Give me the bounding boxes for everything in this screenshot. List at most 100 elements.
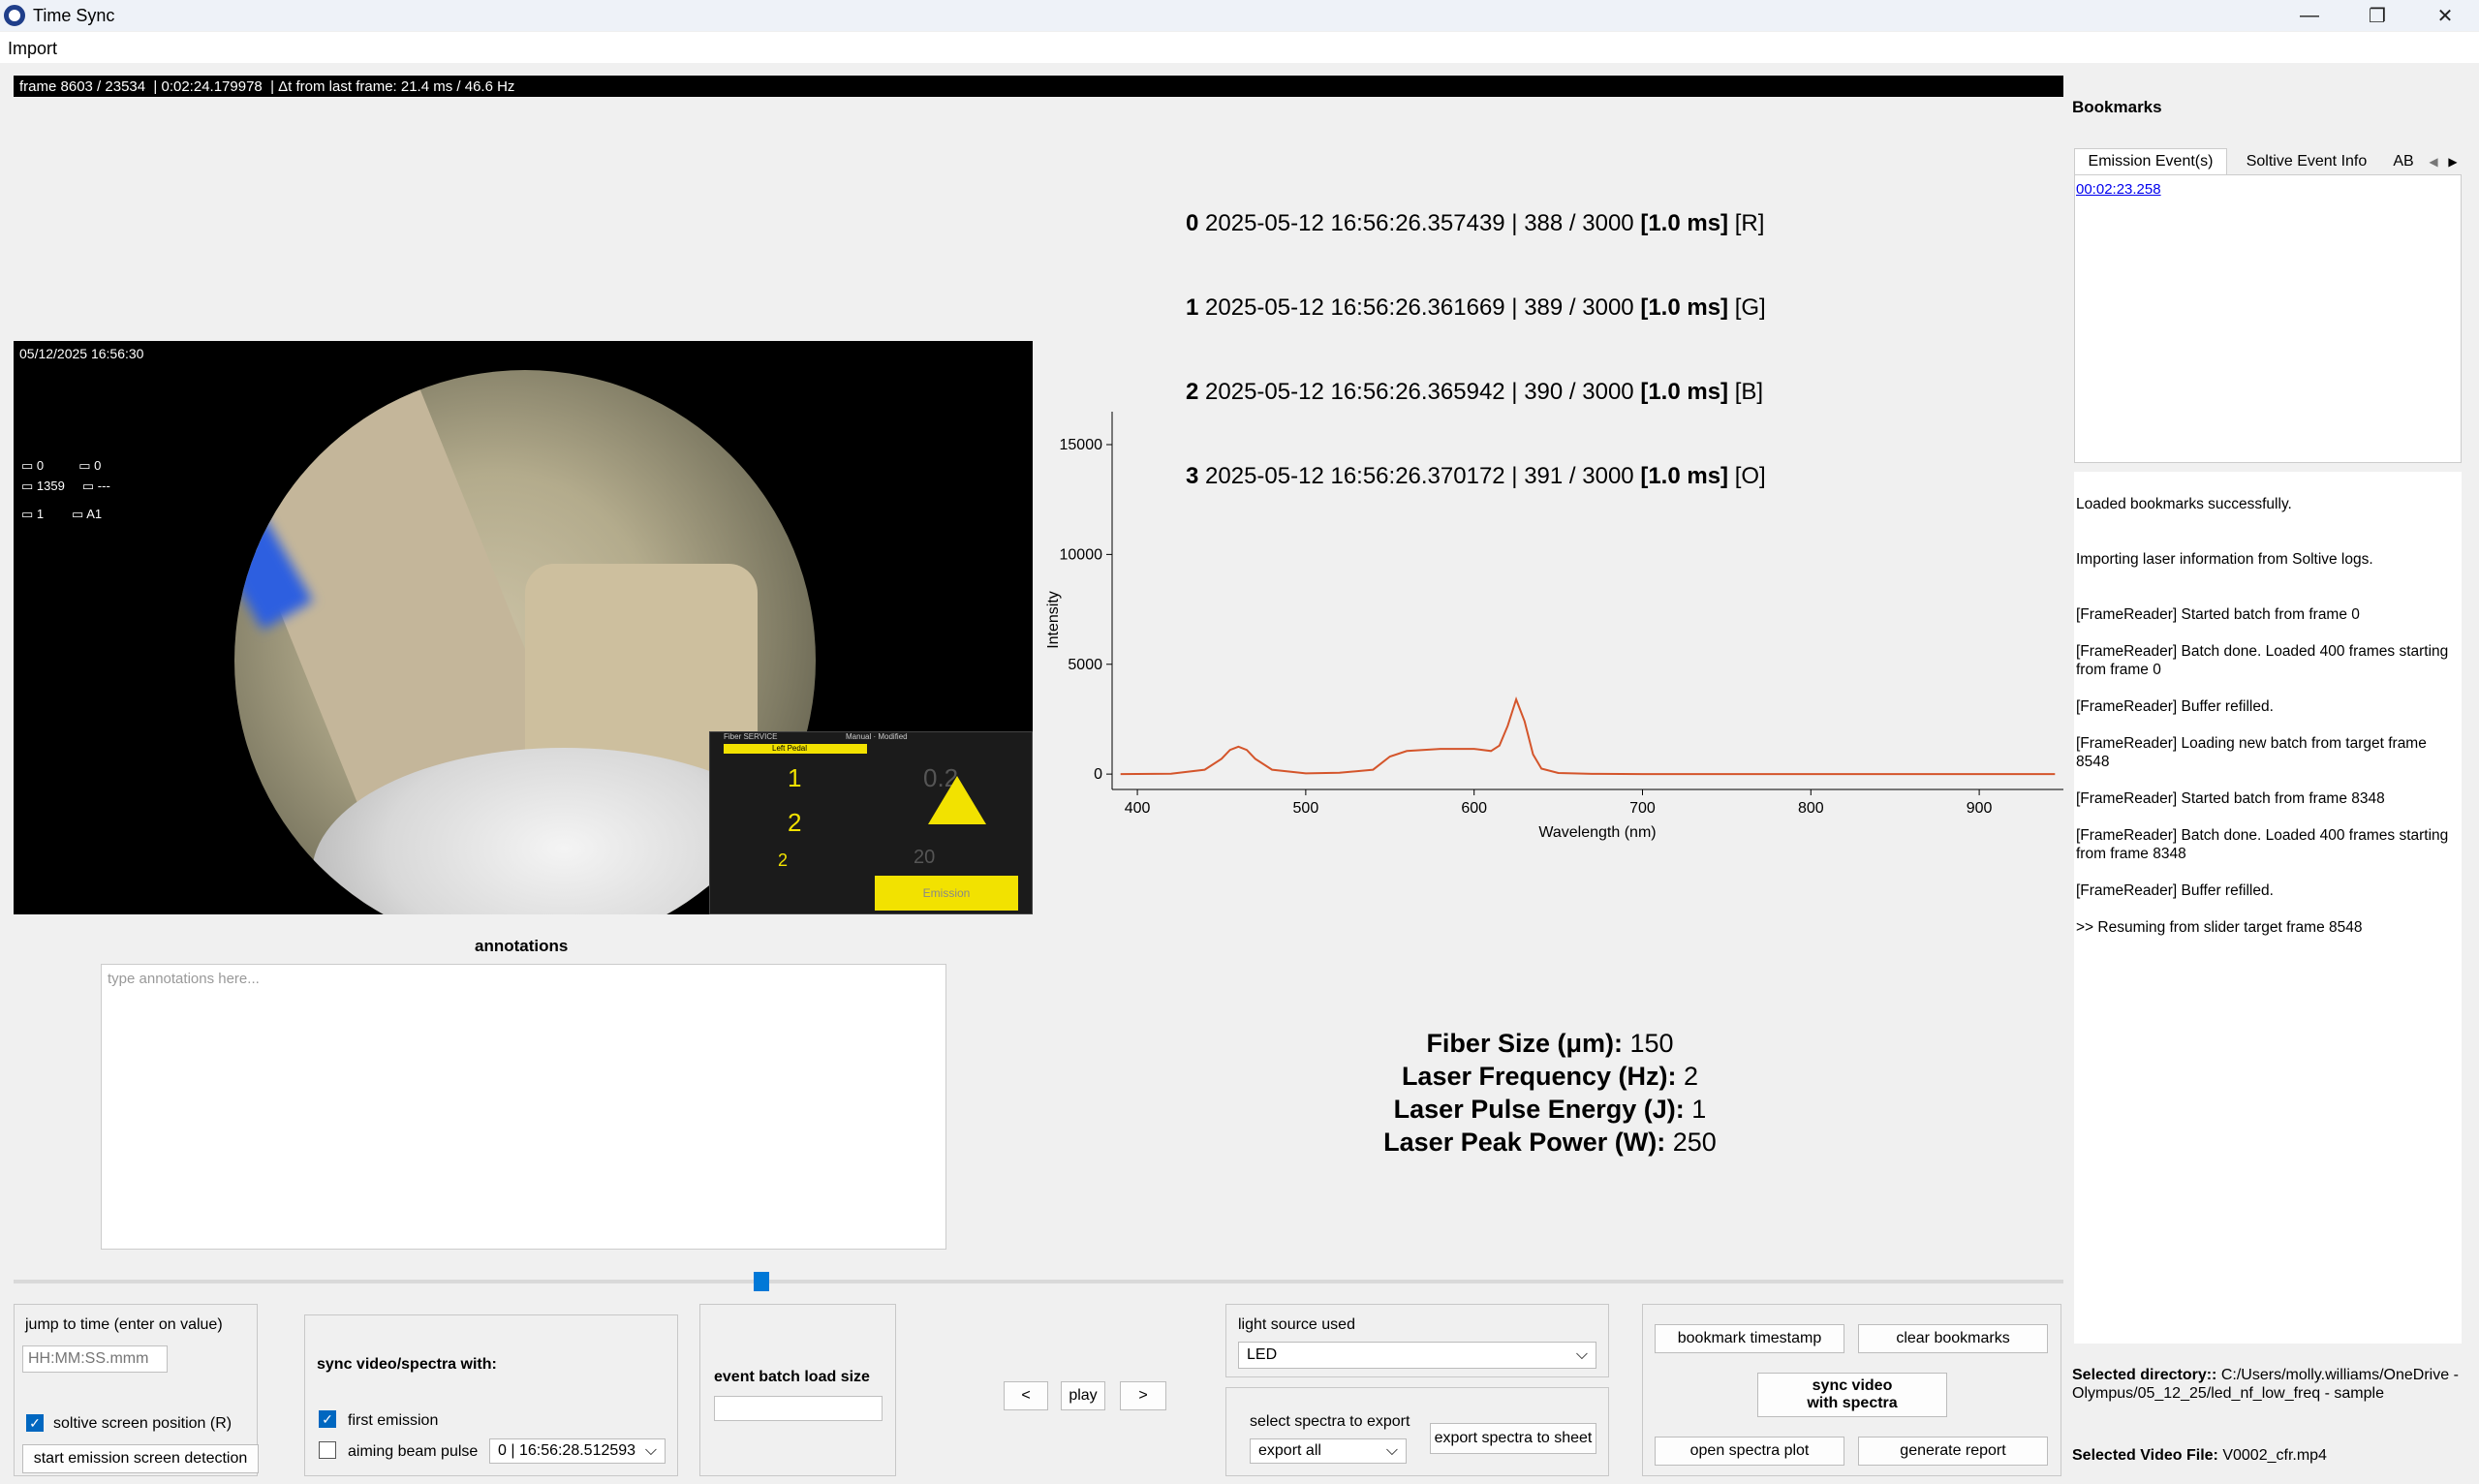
left-pedal-bar: Left Pedal bbox=[724, 744, 867, 754]
light-source-group: light source used LED ⌵ bbox=[1225, 1304, 1609, 1377]
report-group: bookmark timestamp clear bookmarks sync … bbox=[1642, 1304, 2061, 1476]
annotations-textarea[interactable] bbox=[101, 964, 946, 1250]
light-source-select[interactable]: LED ⌵ bbox=[1238, 1342, 1596, 1369]
laser-panel-mode: Manual · Modified bbox=[846, 732, 908, 741]
emission-indicator: Emission bbox=[875, 876, 1018, 911]
window-title: Time Sync bbox=[33, 6, 115, 25]
log-line: [FrameReader] Buffer refilled. bbox=[2076, 698, 2274, 715]
laser-warning-icon bbox=[928, 776, 986, 824]
y-axis-label: Intensity bbox=[1045, 591, 1062, 649]
right-power-value: 20 bbox=[914, 847, 936, 868]
selected-video-label: Selected Video File: bbox=[2072, 1447, 2218, 1464]
x-tick-label: 500 bbox=[1293, 800, 1319, 817]
chevron-down-icon: ⌵ bbox=[1385, 1442, 1398, 1459]
next-frame-button[interactable]: > bbox=[1120, 1381, 1166, 1410]
play-button[interactable]: play bbox=[1061, 1381, 1105, 1410]
log-line: >> Resuming from slider target frame 854… bbox=[2076, 919, 2363, 936]
log-panel: Loaded bookmarks successfully. Importing… bbox=[2074, 472, 2462, 1344]
timestamp-row: 1 2025-05-12 16:56:26.361669 | 389 / 300… bbox=[1186, 294, 1766, 321]
soltive-position-label: soltive screen position (R) bbox=[53, 1415, 232, 1432]
aiming-select-value: 0 | 16:56:28.512593 bbox=[498, 1442, 636, 1459]
frame-slider-handle[interactable] bbox=[754, 1272, 770, 1291]
log-line: [FrameReader] Batch done. Loaded 400 fra… bbox=[2076, 827, 2449, 862]
x-tick-label: 900 bbox=[1967, 800, 1993, 817]
y-tick-label: 10000 bbox=[1060, 546, 1103, 563]
batch-label: event batch load size bbox=[714, 1369, 870, 1385]
laser-frequency-value: 2 bbox=[788, 808, 802, 837]
annotations-label: annotations bbox=[475, 937, 569, 955]
clear-bookmarks-button[interactable]: clear bookmarks bbox=[1858, 1324, 2048, 1353]
laser-power-value: 2 bbox=[778, 850, 789, 870]
tab-emission-events[interactable]: Emission Event(s) bbox=[2074, 148, 2227, 174]
selected-directory: Selected directory:: C:/Users/molly.will… bbox=[2072, 1366, 2469, 1403]
y-tick-label: 5000 bbox=[1068, 657, 1102, 673]
soltive-position-checkbox[interactable]: ✓ bbox=[26, 1414, 44, 1432]
spectrum-chart: 400 500 600 700 800 900 0 5000 10000 15000 Wavelen… bbox=[1045, 412, 2063, 841]
y-tick-label: 0 bbox=[1094, 766, 1102, 783]
spectrum-series-line bbox=[1120, 696, 2056, 776]
select-spectra-dropdown[interactable]: export all ⌵ bbox=[1250, 1438, 1407, 1464]
selected-video-value: V0002_cfr.mp4 bbox=[2222, 1447, 2327, 1464]
fiber-size-row: Fiber Size (μm): 150 bbox=[1426, 1029, 1674, 1058]
timestamp-row: 0 2025-05-12 16:56:26.357439 | 388 / 300… bbox=[1186, 210, 1765, 236]
laser-info-panel: Fiber Size (μm): 150 Laser Frequency (Hz… bbox=[1347, 1027, 1753, 1159]
tab-soltive-event-info[interactable]: Soltive Event Info bbox=[2229, 148, 2384, 174]
bookmark-timestamp-button[interactable]: bookmark timestamp bbox=[1655, 1324, 1844, 1353]
frame-slider-track[interactable] bbox=[14, 1280, 2063, 1283]
prev-frame-button[interactable]: < bbox=[1004, 1381, 1048, 1410]
log-line: [FrameReader] Buffer refilled. bbox=[2076, 882, 2274, 899]
open-spectra-plot-button[interactable]: open spectra plot bbox=[1655, 1437, 1844, 1466]
log-line: [FrameReader] Started batch from frame 8… bbox=[2076, 790, 2385, 807]
log-line: [FrameReader] Started batch from frame 0 bbox=[2076, 606, 2360, 623]
y-tick-label: 15000 bbox=[1060, 437, 1103, 453]
light-source-label: light source used bbox=[1238, 1316, 1355, 1333]
log-line: [FrameReader] Batch done. Loaded 400 fra… bbox=[2076, 643, 2449, 678]
close-button[interactable]: ✕ bbox=[2411, 0, 2479, 31]
bookmarks-title: Bookmarks bbox=[2072, 98, 2162, 116]
aiming-beam-checkbox[interactable] bbox=[319, 1441, 336, 1459]
selected-video-file: Selected Video File: V0002_cfr.mp4 bbox=[2072, 1447, 2327, 1465]
laser-peak-power-row: Laser Peak Power (W): 250 bbox=[1383, 1128, 1717, 1157]
menu-import[interactable]: Import bbox=[8, 39, 57, 59]
laser-panel-header: Fiber SERVICE bbox=[724, 732, 778, 741]
laser-energy-value: 1 bbox=[788, 763, 802, 792]
sync-video-button[interactable]: sync video with spectra bbox=[1757, 1373, 1947, 1417]
video-overlay-info: ▭ 0 ▭ 0 ▭ 1359 ▭ --- ▭ 1 ▭ A1 bbox=[21, 458, 110, 521]
tab-ab[interactable]: AB bbox=[2386, 148, 2421, 174]
jump-time-input[interactable] bbox=[22, 1345, 168, 1373]
light-source-value: LED bbox=[1247, 1346, 1278, 1363]
batch-size-input[interactable] bbox=[714, 1396, 883, 1421]
tab-scroll-left-icon[interactable]: ◀ bbox=[2425, 148, 2442, 174]
video-frame[interactable]: 05/12/2025 16:56:30 ▭ 0 ▭ 0 ▭ 1359 ▭ ---… bbox=[14, 341, 1033, 914]
minimize-button[interactable]: — bbox=[2276, 0, 2343, 31]
x-axis-label: Wavelength (nm) bbox=[1538, 824, 1656, 841]
laser-frequency-row: Laser Frequency (Hz): 2 bbox=[1401, 1062, 1699, 1091]
log-line: [FrameReader] Loading new batch from tar… bbox=[2076, 735, 2427, 770]
start-detection-button[interactable]: start emission screen detection bbox=[22, 1444, 259, 1473]
x-tick-label: 700 bbox=[1629, 800, 1656, 817]
generate-report-button[interactable]: generate report bbox=[1858, 1437, 2048, 1466]
chevron-down-icon: ⌵ bbox=[644, 1442, 657, 1459]
frame-info-bar: frame 8603 / 23534 | 0:02:24.179978 | Δt… bbox=[14, 76, 2063, 97]
x-tick-label: 600 bbox=[1461, 800, 1487, 817]
jump-label: jump to time (enter on value) bbox=[25, 1316, 223, 1333]
restore-button[interactable]: ❐ bbox=[2343, 0, 2411, 31]
selected-directory-label: Selected directory:: bbox=[2072, 1367, 2217, 1383]
laser-pulse-energy-row: Laser Pulse Energy (J): 1 bbox=[1393, 1095, 1707, 1124]
x-tick-label: 400 bbox=[1125, 800, 1151, 817]
select-spectra-label: select spectra to export bbox=[1250, 1413, 1410, 1430]
log-line: Loaded bookmarks successfully. bbox=[2076, 496, 2292, 512]
x-tick-label: 800 bbox=[1798, 800, 1824, 817]
app-icon bbox=[4, 5, 25, 26]
aiming-beam-select[interactable]: 0 | 16:56:28.512593 ⌵ bbox=[489, 1438, 666, 1464]
menu-bar: Import bbox=[0, 32, 2479, 63]
export-sheet-button[interactable]: export spectra to sheet bbox=[1430, 1423, 1596, 1454]
log-line: Importing laser information from Soltive… bbox=[2076, 551, 2373, 568]
tab-scroll-right-icon[interactable]: ▶ bbox=[2444, 148, 2462, 174]
batch-group: event batch load size bbox=[699, 1304, 896, 1476]
sync-group: sync video/spectra with: ✓ first emissio… bbox=[304, 1314, 678, 1476]
title-bar: Time Sync — ❐ ✕ bbox=[0, 0, 2479, 31]
select-spectra-value: export all bbox=[1258, 1442, 1321, 1459]
first-emission-checkbox[interactable]: ✓ bbox=[319, 1410, 336, 1428]
bookmark-link[interactable]: 00:02:23.258 bbox=[2076, 181, 2161, 198]
